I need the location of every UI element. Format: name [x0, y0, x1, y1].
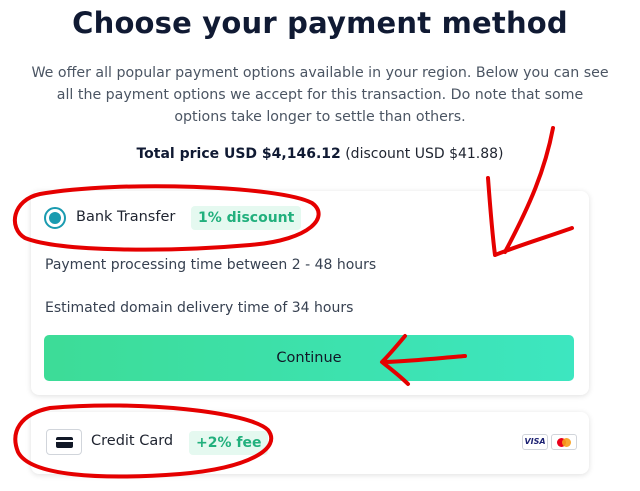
- credit-card-icon: [46, 429, 82, 455]
- fee-badge: +2% fee: [189, 431, 269, 455]
- bank-transfer-option[interactable]: Bank Transfer 1% discount Payment proces…: [31, 191, 589, 395]
- visa-icon: VISA: [522, 434, 548, 450]
- discount-badge: 1% discount: [191, 206, 302, 230]
- radio-selected-dot: [49, 212, 61, 224]
- total-price-amount: Total price USD $4,146.12: [136, 146, 341, 162]
- page-title: Choose your payment method: [72, 6, 568, 40]
- mastercard-icon: [551, 434, 577, 450]
- bank-transfer-radio[interactable]: [44, 207, 66, 229]
- processing-time-text: Payment processing time between 2 - 48 h…: [45, 257, 377, 273]
- delivery-time-text: Estimated domain delivery time of 34 hou…: [45, 300, 354, 316]
- total-price: Total price USD $4,146.12 (discount USD …: [0, 146, 640, 162]
- continue-button[interactable]: Continue: [44, 335, 574, 381]
- page-description: We offer all popular payment options ava…: [31, 65, 609, 125]
- bank-transfer-label: Bank Transfer: [76, 209, 176, 225]
- total-discount: (discount USD $41.88): [345, 146, 504, 162]
- credit-card-option[interactable]: Credit Card +2% fee VISA: [31, 412, 589, 474]
- credit-card-label: Credit Card: [91, 433, 174, 449]
